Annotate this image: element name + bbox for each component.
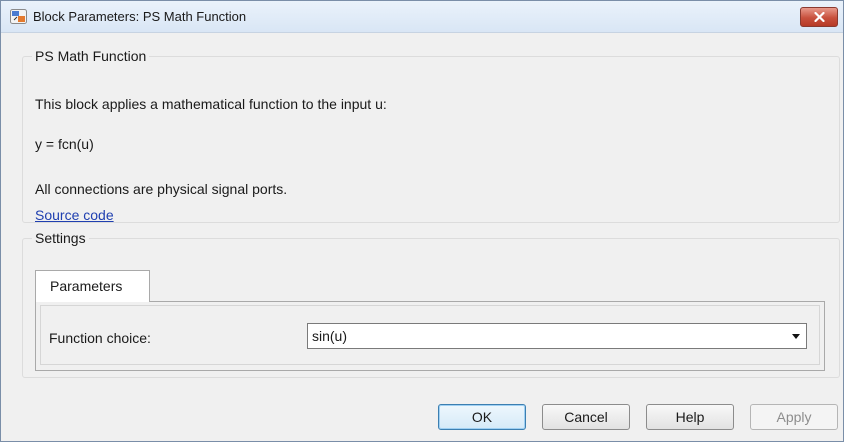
chevron-down-icon (792, 334, 800, 339)
function-choice-dropdown[interactable]: sin(u) (307, 323, 807, 349)
function-choice-value: sin(u) (312, 328, 348, 344)
parameters-tab-panel: Function choice: sin(u) (35, 301, 825, 371)
title-bar[interactable]: Block Parameters: PS Math Function (1, 1, 843, 33)
source-code-link[interactable]: Source code (35, 207, 114, 223)
help-button[interactable]: Help (646, 404, 734, 430)
apply-button[interactable]: Apply (750, 404, 838, 430)
parameters-container: Function choice: sin(u) (40, 305, 820, 365)
description-group: PS Math Function This block applies a ma… (22, 48, 840, 223)
cancel-button[interactable]: Cancel (542, 404, 630, 430)
dialog-window: Block Parameters: PS Math Function PS Ma… (0, 0, 844, 442)
description-line-3: All connections are physical signal port… (35, 181, 288, 197)
description-group-title: PS Math Function (35, 48, 147, 64)
window-title: Block Parameters: PS Math Function (33, 9, 247, 24)
close-icon (814, 12, 825, 22)
ok-button[interactable]: OK (438, 404, 526, 430)
description-line-1: This block applies a mathematical functi… (35, 96, 387, 112)
tab-parameters-label: Parameters (50, 278, 123, 294)
settings-group-title: Settings (35, 230, 86, 246)
tab-parameters[interactable]: Parameters (35, 270, 150, 302)
function-choice-label: Function choice: (49, 330, 151, 346)
simulink-block-icon (10, 9, 27, 24)
close-button[interactable] (800, 7, 838, 27)
equation-text: y = fcn(u) (35, 136, 94, 152)
settings-group: Settings Parameters Function choice: sin… (22, 230, 840, 378)
